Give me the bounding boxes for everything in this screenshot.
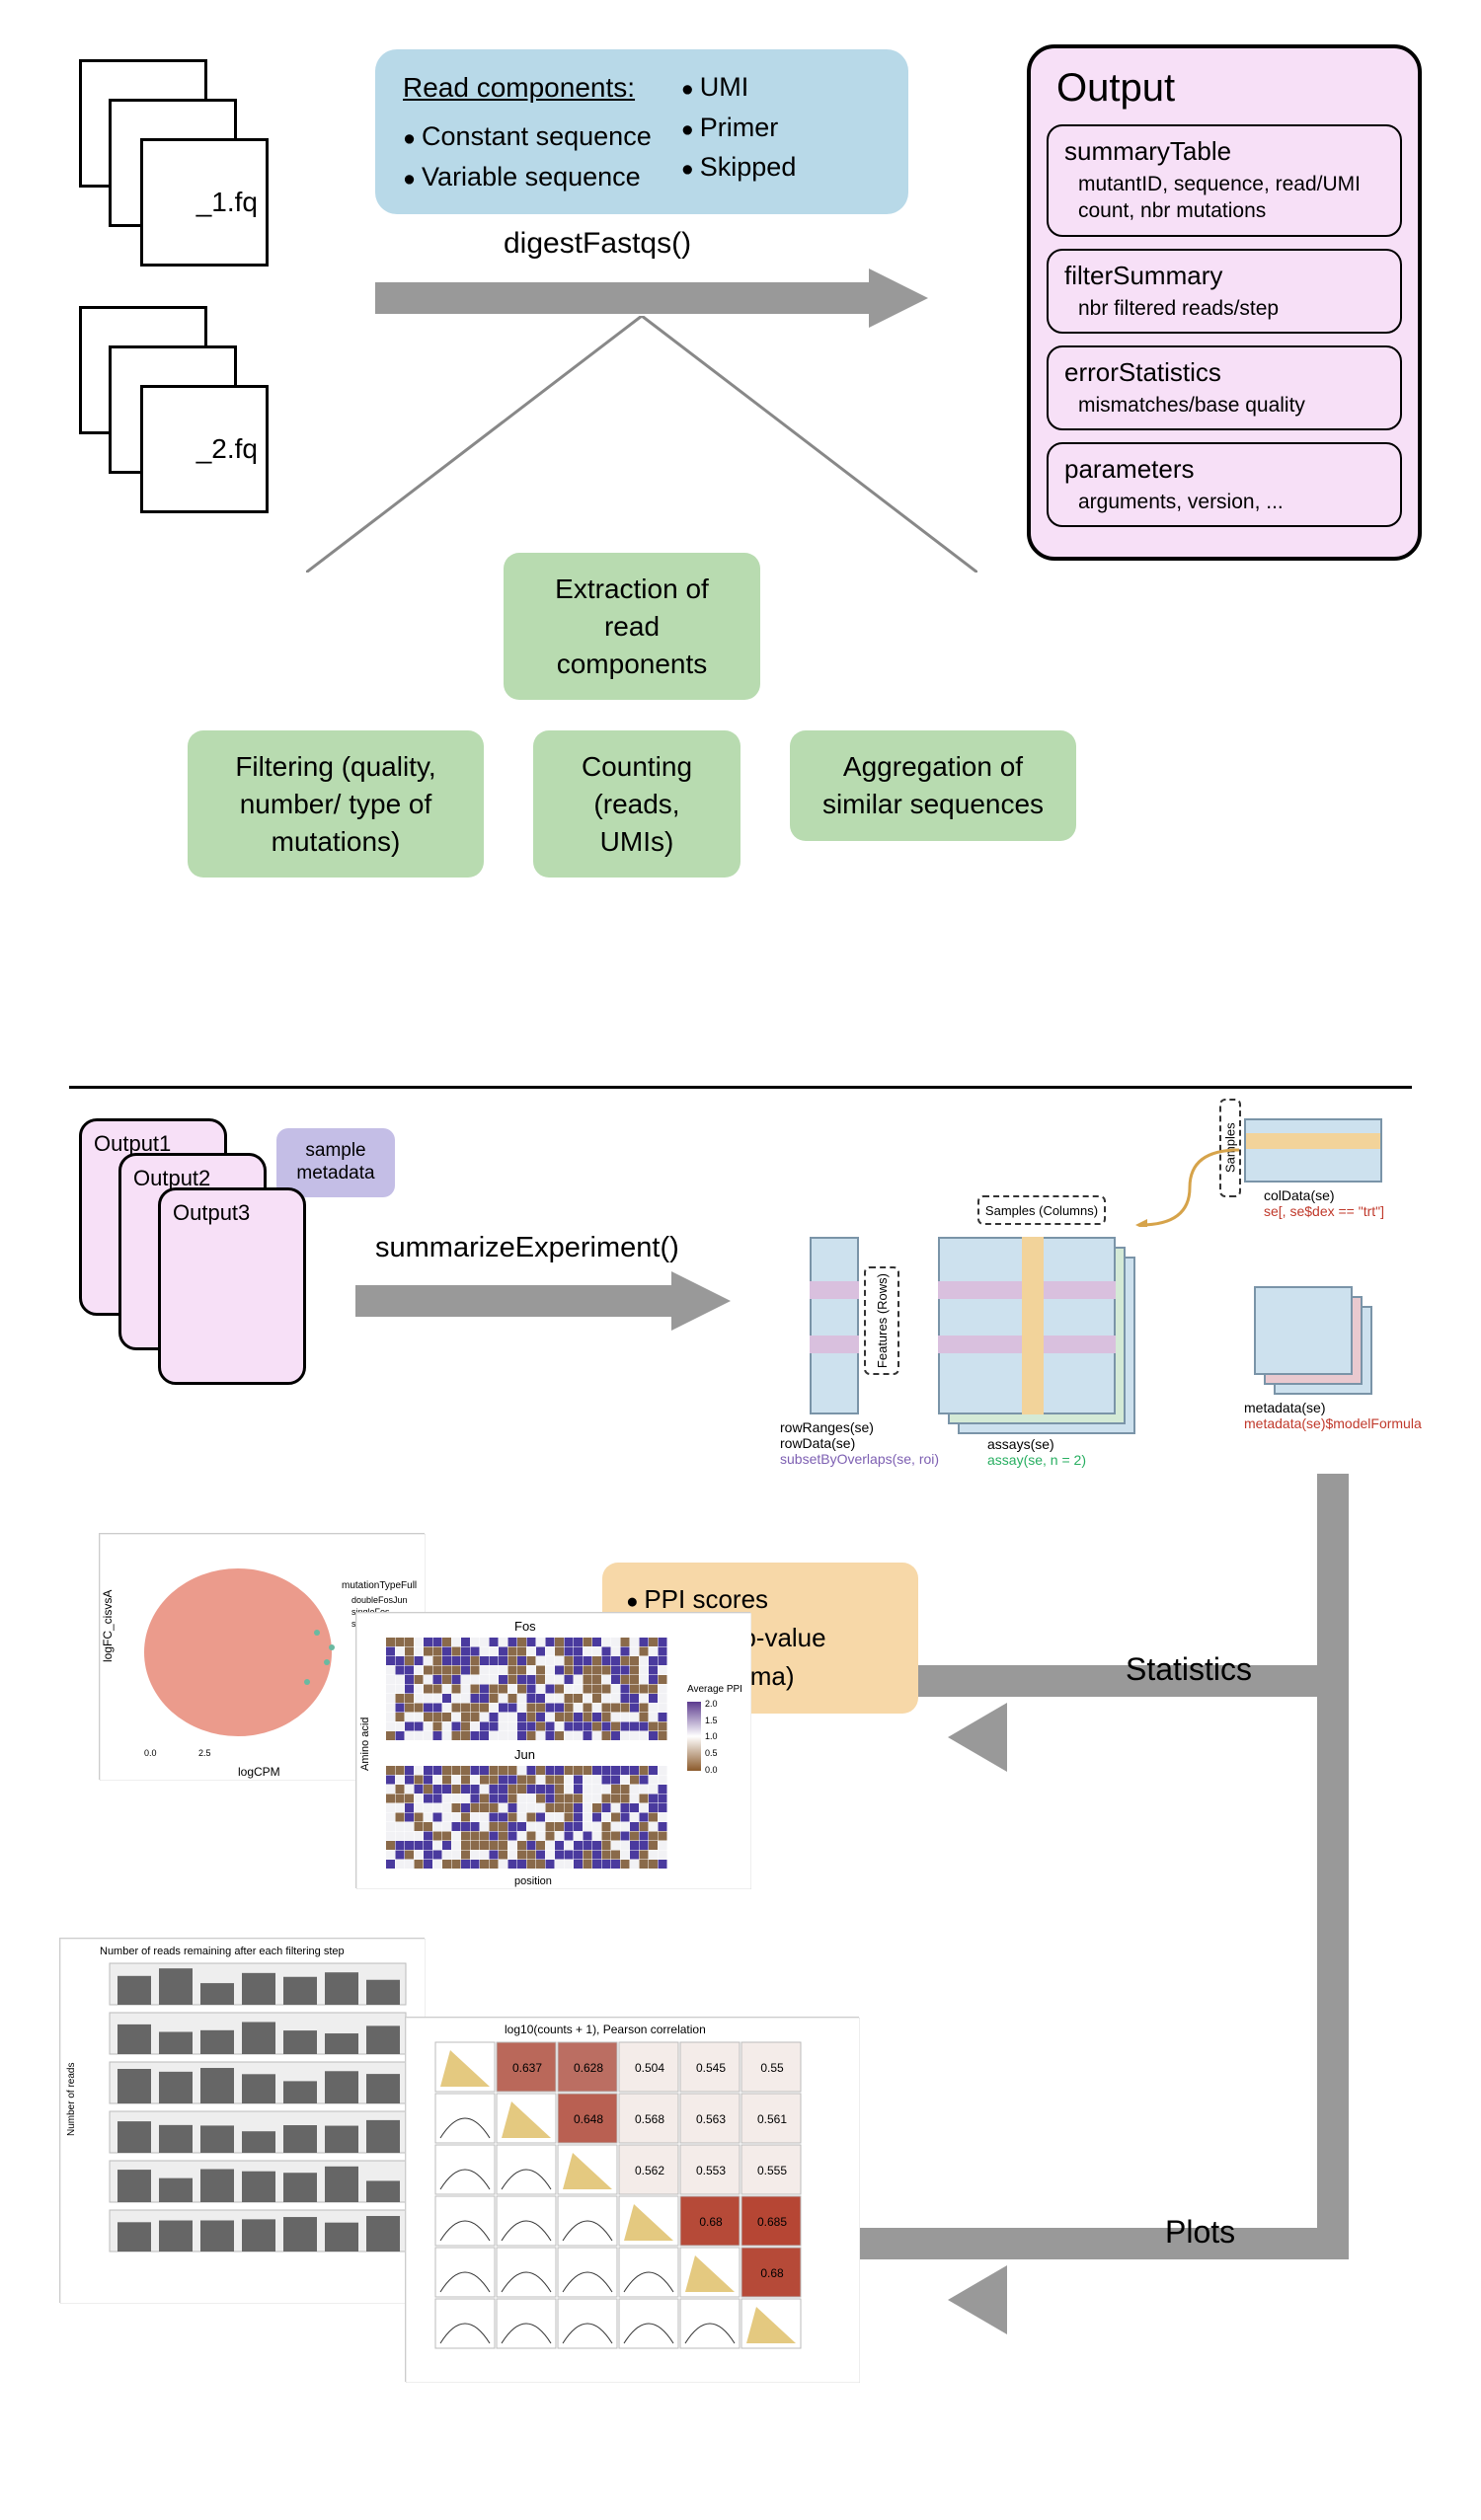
svg-text:Jun: Jun [514,1747,535,1762]
read-component-item: UMI [681,67,797,108]
output-title: Output [1056,66,1402,111]
output-filtersummary: filterSummary nbr filtered reads/step [1047,249,1402,334]
svg-text:logFC_cisvsA: logFC_cisvsA [101,1590,115,1662]
coldata-subset-label: se[, se$dex == "trt"] [1264,1203,1384,1219]
svg-text:mutationTypeFull: mutationTypeFull [342,1580,417,1591]
svg-text:0.561: 0.561 [757,2112,787,2126]
correlation-matrix: log10(counts + 1), Pearson correlation 0… [405,2017,859,2382]
statistics-label: Statistics [1126,1651,1252,1688]
samples-columns-label: Samples (Columns) [977,1195,1106,1225]
read-component-item: Primer [681,108,797,148]
coldata-label: colData(se) [1264,1187,1335,1203]
svg-text:0.553: 0.553 [696,2164,726,2177]
output-summarytable: summaryTable mutantID, sequence, read/UM… [1047,124,1402,237]
svg-text:0.0: 0.0 [144,1748,157,1758]
svg-text:1.0: 1.0 [705,1731,718,1741]
triangle-connector [306,316,977,573]
svg-text:0.563: 0.563 [696,2112,726,2126]
read-components-title: Read components: [403,67,652,109]
heatmap-plot: Fos Jun position Amino acid Average PPI … [355,1612,750,1888]
top-diagram-section: _1 _1 _1.fq _2 _2 _2.fq Read components:… [79,39,1402,1076]
output-errorstats: errorStatistics mismatches/base quality [1047,345,1402,430]
svg-text:0.555: 0.555 [757,2164,787,2177]
step-extraction: Extraction of read components [504,553,760,700]
rowranges-label: rowRanges(se) [780,1419,874,1435]
left-arrow-icon [948,1703,1007,1772]
svg-text:0.628: 0.628 [574,2061,603,2075]
assay-n-label: assay(se, n = 2) [987,1452,1086,1468]
right-arrow-icon [355,1271,731,1331]
svg-text:Number of reads remaining afte: Number of reads remaining after each fil… [100,1946,345,1957]
svg-text:2.5: 2.5 [198,1748,211,1758]
svg-text:0.648: 0.648 [574,2112,603,2126]
features-rows-label: Features (Rows) [864,1266,899,1375]
svg-text:doubleFosJun: doubleFosJun [351,1595,408,1605]
svg-text:0.562: 0.562 [635,2164,664,2177]
left-arrow-icon [948,2265,1007,2334]
step-counting: Counting (reads, UMIs) [533,730,740,878]
svg-text:0.504: 0.504 [635,2061,664,2075]
summarizeexperiment-label: summarizeExperiment() [375,1232,679,1264]
svg-text:0.68: 0.68 [699,2215,723,2229]
sample-metadata-box: sample metadata [276,1128,395,1197]
svg-text:logCPM: logCPM [238,1765,280,1779]
svg-text:0.637: 0.637 [512,2061,542,2075]
metadata-label: metadata(se) [1244,1400,1325,1415]
filter-barchart: Number of reads remaining after each fil… [59,1938,425,2303]
svg-text:Fos: Fos [514,1619,536,1634]
svg-text:0.568: 0.568 [635,2112,664,2126]
read-component-item: Variable sequence [403,157,652,197]
fastq-file: _1.fq [140,138,269,267]
digestfastqs-label: digestFastqs() [504,227,691,261]
bottom-diagram-section: Output1 Output2 Output3 sample metadata … [79,1118,1402,2481]
output-parameters: parameters arguments, version, ... [1047,442,1402,527]
read-component-item: Skipped [681,147,797,188]
svg-text:Number of reads: Number of reads [66,2063,77,2136]
subset-label: subsetByOverlaps(se, roi) [780,1451,939,1467]
output-panel: Output summaryTable mutantID, sequence, … [1027,44,1422,561]
assays-label: assays(se) [987,1436,1054,1452]
svg-text:position: position [514,1875,552,1887]
svg-text:0.5: 0.5 [705,1748,718,1758]
svg-text:0.68: 0.68 [760,2266,784,2280]
metadata-sub-label: metadata(se)$modelFormula [1244,1415,1422,1431]
svg-text:0.685: 0.685 [757,2215,787,2229]
svg-text:log10(counts + 1), Pearson cor: log10(counts + 1), Pearson correlation [505,2023,706,2036]
summarizedexperiment-schematic: Samples colData(se)se[, se$dex == "trt"]… [750,1089,1422,1464]
svg-text:Average PPI: Average PPI [687,1684,742,1695]
svg-text:0.55: 0.55 [760,2061,784,2075]
rowdata-label: rowData(se) [780,1435,855,1451]
read-component-item: Constant sequence [403,116,652,157]
read-components-box: Read components: Constant sequence Varia… [375,49,908,214]
svg-text:2.0: 2.0 [705,1699,718,1709]
svg-text:1.5: 1.5 [705,1716,718,1725]
step-filtering: Filtering (quality, number/ type of muta… [188,730,484,878]
step-aggregation: Aggregation of similar sequences [790,730,1076,841]
svg-text:0.545: 0.545 [696,2061,726,2075]
svg-text:Amino acid: Amino acid [359,1718,371,1771]
fastq-file: _2.fq [140,385,269,513]
output-tile: Output3 [158,1187,306,1385]
plots-label: Plots [1165,2214,1235,2251]
svg-text:0.0: 0.0 [705,1765,718,1775]
